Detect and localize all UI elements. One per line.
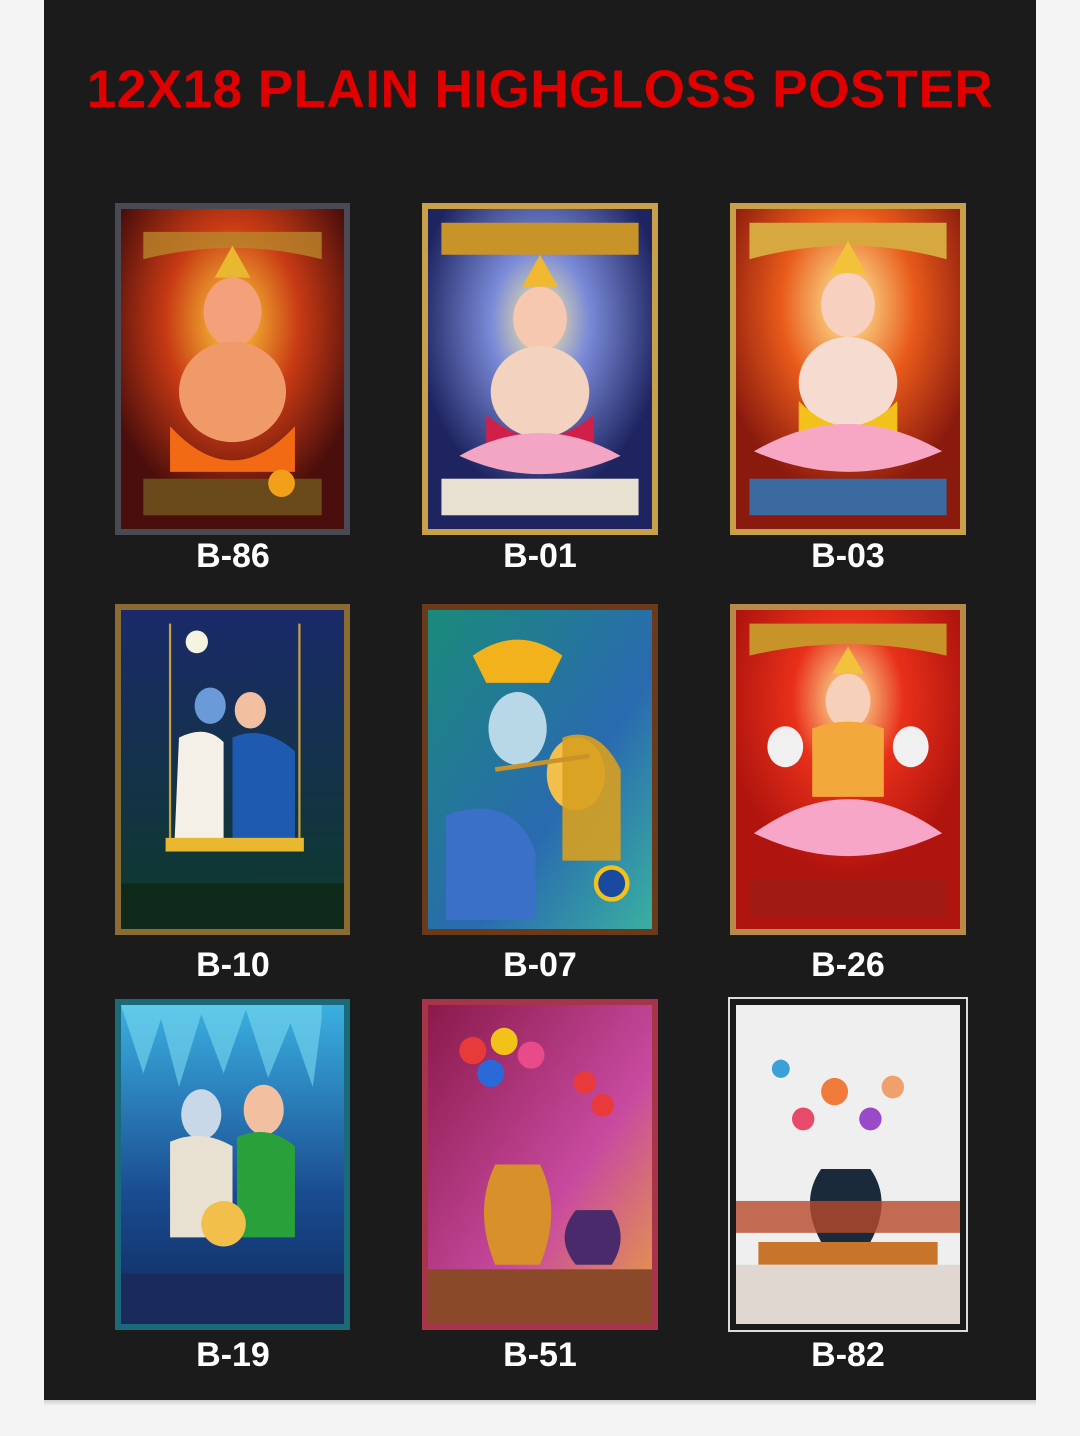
- poster-code: B-26: [811, 946, 885, 984]
- poster-image-ganesha: [422, 203, 658, 535]
- poster-image-flower-vase: [728, 997, 968, 1332]
- poster-image-flower-vase: [422, 999, 658, 1330]
- page-title: 12X18 PLAIN HIGHGLOSS POSTER: [86, 60, 994, 119]
- poster-code: B-86: [196, 537, 270, 575]
- poster-image-shiva-family: [115, 999, 350, 1330]
- page-bottom-shadow: [44, 1400, 1036, 1406]
- poster-image-ganesha: [115, 203, 350, 535]
- poster-image-krishna-radha: [115, 604, 350, 935]
- poster-image-ganesha: [730, 203, 966, 535]
- poster-code: B-07: [503, 946, 577, 984]
- poster-code: B-01: [503, 537, 577, 575]
- poster-image-lakshmi: [730, 604, 966, 935]
- poster-code: B-19: [196, 1336, 270, 1374]
- poster-code: B-03: [811, 537, 885, 575]
- catalog-page: 12X18 PLAIN HIGHGLOSS POSTER B-86 B-01 B…: [44, 0, 1036, 1400]
- poster-image-krishna-radha: [422, 604, 658, 935]
- poster-code: B-10: [196, 946, 270, 984]
- poster-code: B-82: [811, 1336, 885, 1374]
- poster-code: B-51: [503, 1336, 577, 1374]
